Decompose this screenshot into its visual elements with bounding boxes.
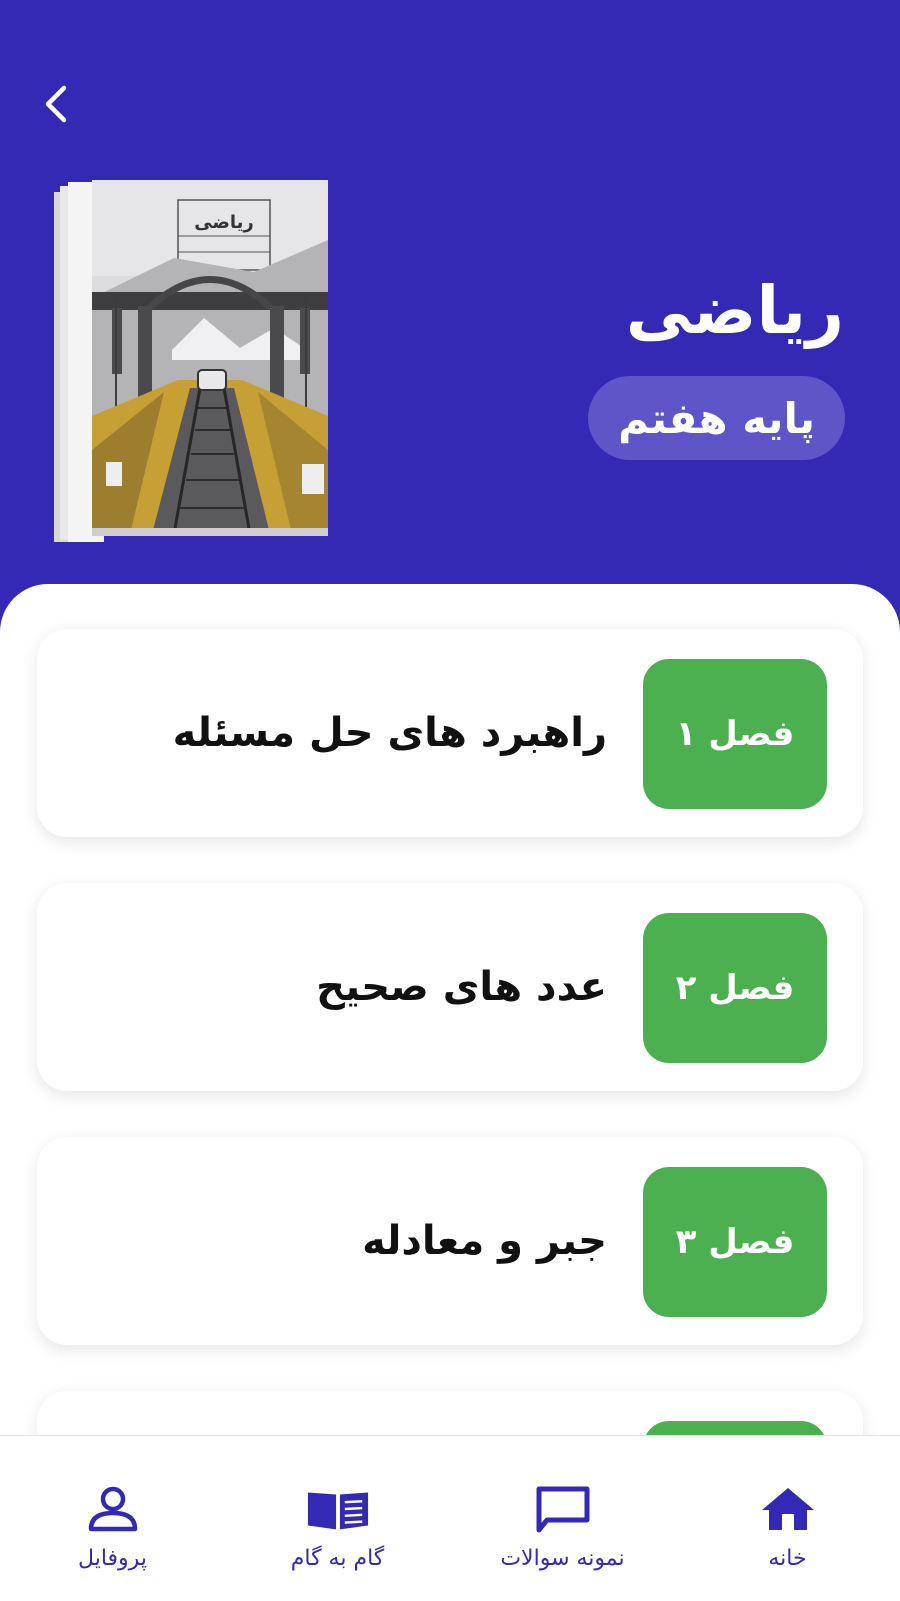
chapter-card-1[interactable]: فصل ۱ راهبرد های حل مسئله bbox=[37, 629, 863, 837]
nav-home[interactable]: خانه bbox=[675, 1436, 900, 1601]
header: ریاضی ریاضی پایه هفتم bbox=[0, 0, 900, 620]
chapter-title: عدد های صحیح bbox=[316, 964, 607, 1010]
nav-sample-questions[interactable]: نمونه سوالات bbox=[450, 1436, 675, 1601]
bottom-navigation: خانه نمونه سوالات گام به گام پروفایل bbox=[0, 1435, 900, 1601]
chapter-card-3[interactable]: فصل ۳ جبر و معادله bbox=[37, 1137, 863, 1345]
subject-title: ریاضی bbox=[625, 272, 844, 349]
grade-badge: پایه هفتم bbox=[588, 376, 845, 460]
chapter-title: جبر و معادله bbox=[362, 1218, 607, 1264]
message-square-icon bbox=[531, 1484, 595, 1534]
nav-step-by-step[interactable]: گام به گام bbox=[225, 1436, 450, 1601]
nav-sample-questions-label: نمونه سوالات bbox=[500, 1546, 625, 1571]
chapter-badge: فصل ۲ bbox=[643, 913, 827, 1063]
chapter-badge: فصل ۳ bbox=[643, 1167, 827, 1317]
open-book-icon bbox=[306, 1484, 370, 1534]
chapter-title: راهبرد های حل مسئله bbox=[172, 710, 607, 756]
nav-profile-label: پروفایل bbox=[78, 1546, 147, 1571]
nav-home-label: خانه bbox=[768, 1546, 807, 1571]
cover-title: ریاضی bbox=[194, 212, 253, 233]
chapter-card-2[interactable]: فصل ۲ عدد های صحیح bbox=[37, 883, 863, 1091]
back-button[interactable] bbox=[30, 78, 82, 130]
user-icon bbox=[81, 1484, 145, 1534]
chapter-badge: فصل ۱ bbox=[643, 659, 827, 809]
home-icon bbox=[756, 1484, 820, 1534]
nav-profile[interactable]: پروفایل bbox=[0, 1436, 225, 1601]
book-cover-image: ریاضی bbox=[54, 180, 328, 542]
nav-step-by-step-label: گام به گام bbox=[290, 1546, 385, 1571]
chevron-left-icon bbox=[45, 85, 67, 123]
